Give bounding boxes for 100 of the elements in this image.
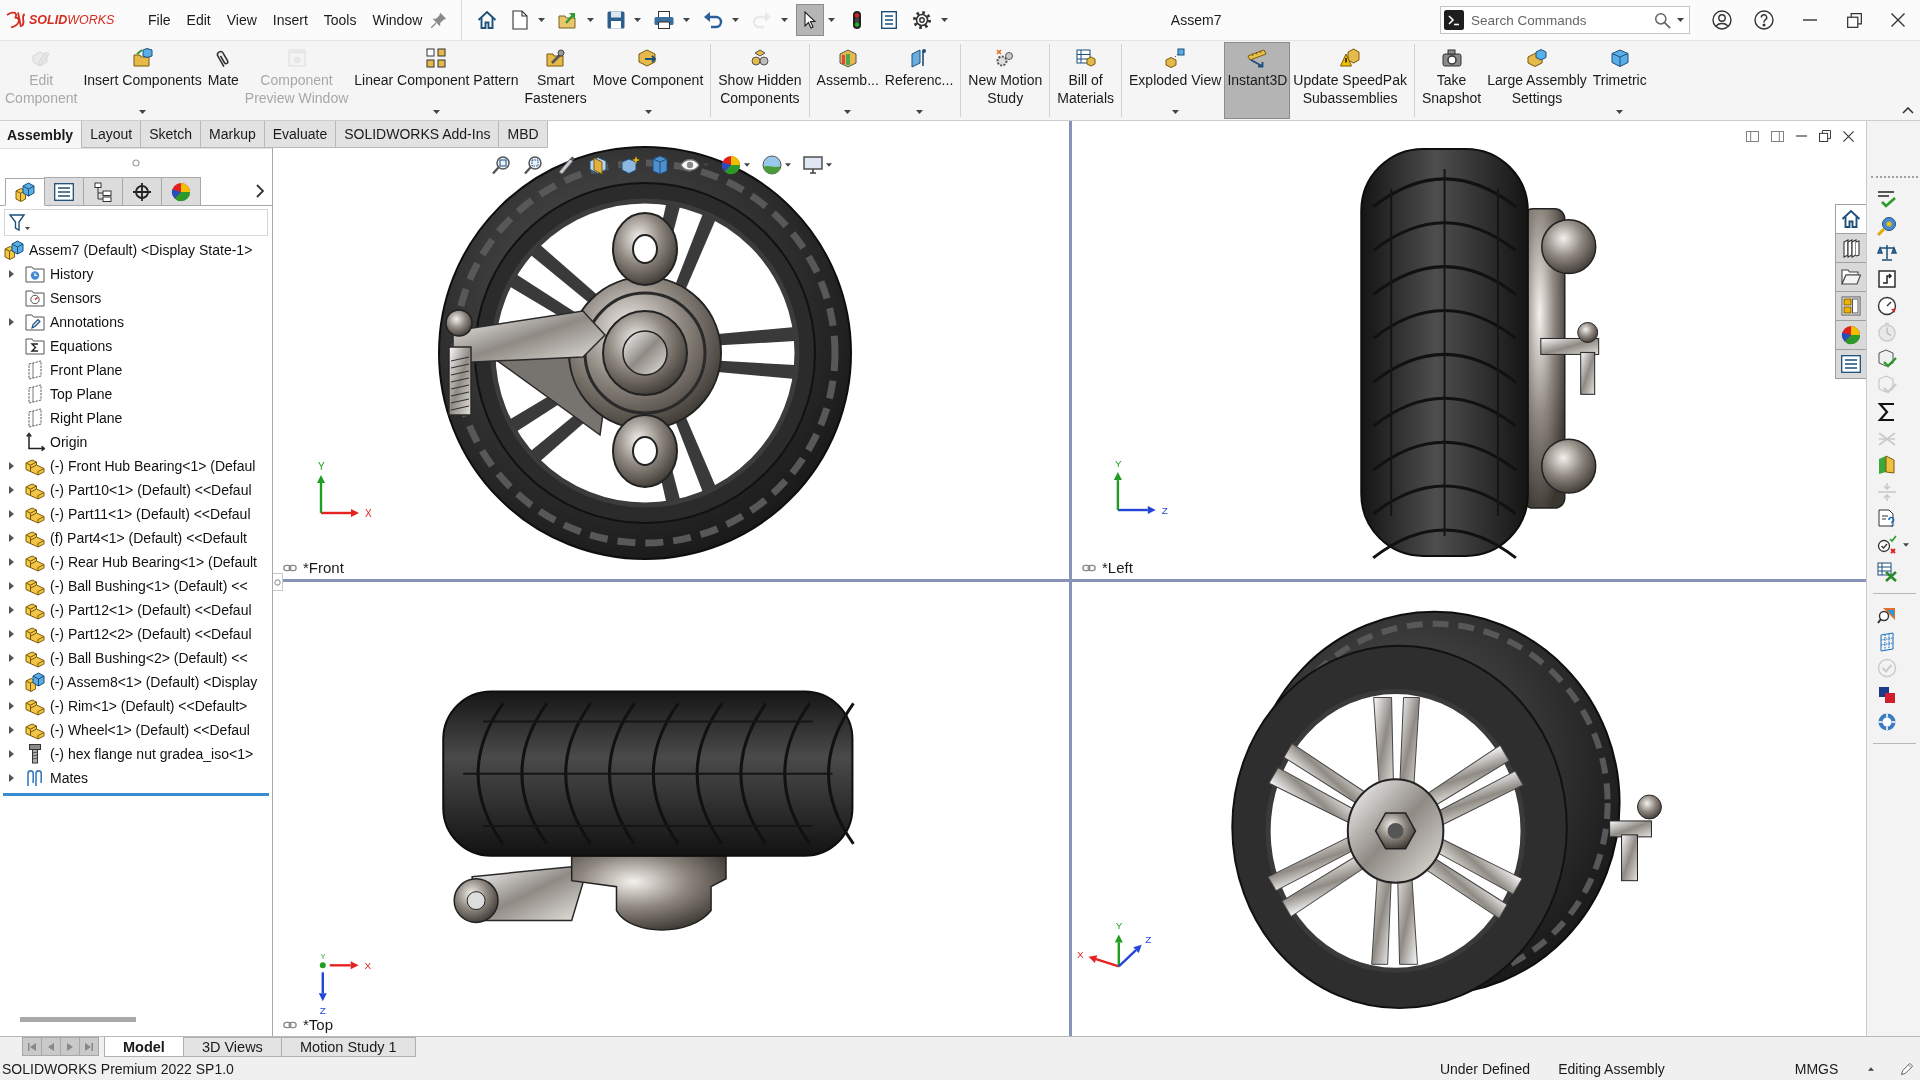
help-button[interactable]: [1754, 10, 1774, 30]
ribbon-button[interactable]: Instant3D: [1224, 42, 1291, 119]
caret-up-icon[interactable]: [1868, 1066, 1875, 1071]
tree-item[interactable]: Equations: [0, 334, 272, 358]
ribbon-button[interactable]: Move Component: [589, 42, 707, 119]
caret-icon[interactable]: [587, 18, 595, 22]
ribbon-button[interactable]: Insert Components: [80, 42, 205, 119]
tree-item[interactable]: (-) Ball Bushing<1> (Default) <<: [0, 574, 272, 598]
tree-item[interactable]: (-) Rear Hub Bearing<1> (Default: [0, 550, 272, 574]
expand-arrow-icon[interactable]: [9, 318, 14, 326]
expand-arrow-icon[interactable]: [9, 630, 14, 638]
splitter-handle[interactable]: [273, 573, 283, 591]
task-pane-tab[interactable]: [1835, 291, 1866, 321]
ribbon-button[interactable]: Mate: [204, 42, 242, 119]
document-tab[interactable]: Model: [104, 1037, 184, 1057]
filter-field[interactable]: [4, 209, 268, 236]
tree-item[interactable]: Mates: [0, 766, 272, 790]
ribbon-button[interactable]: Update SpeedPak Subassemblies: [1290, 42, 1410, 119]
caret-icon[interactable]: [941, 18, 949, 22]
ribbon-button[interactable]: Exploded View: [1126, 42, 1225, 119]
tree-item[interactable]: Sensors: [0, 286, 272, 310]
grip-icon[interactable]: [132, 159, 140, 167]
expand-arrow-icon[interactable]: [9, 726, 14, 734]
panel-tab[interactable]: [122, 177, 162, 205]
view-tool-button[interactable]: [720, 154, 751, 176]
expand-arrow-icon[interactable]: [9, 678, 14, 686]
search-field[interactable]: Search Commands: [1440, 6, 1690, 34]
tree-item[interactable]: (-) hex flange nut gradea_iso<1>: [0, 742, 272, 766]
view-tool-button[interactable]: [523, 154, 545, 176]
ribbon-button[interactable]: Bill of Materials: [1054, 42, 1117, 119]
restore-icon[interactable]: [1819, 130, 1831, 142]
ribbon-button[interactable]: Take Snapshot: [1418, 42, 1485, 119]
caret-icon[interactable]: [732, 18, 740, 22]
view-tool-button[interactable]: [587, 154, 609, 176]
document-tab[interactable]: 3D Views: [182, 1037, 282, 1057]
view-tool-button[interactable]: [619, 154, 641, 176]
menu-item[interactable]: Tools: [315, 7, 365, 33]
expand-arrow-icon[interactable]: [9, 750, 14, 758]
tree-item[interactable]: History: [0, 262, 272, 286]
caret-icon[interactable]: [634, 18, 642, 22]
account-button[interactable]: [1712, 10, 1732, 30]
menu-item[interactable]: Insert: [264, 7, 316, 33]
split-view-icon[interactable]: [1746, 130, 1759, 142]
command-tab[interactable]: SOLIDWORKS Add-Ins: [335, 121, 500, 148]
expand-arrow-icon[interactable]: [9, 558, 14, 566]
view-tool-button[interactable]: [679, 157, 710, 173]
tree-item[interactable]: (-) Part12<1> (Default) <<Defaul: [0, 598, 272, 622]
command-tab[interactable]: Assembly: [0, 121, 83, 148]
tree-item[interactable]: Annotations: [0, 310, 272, 334]
command-tab[interactable]: Evaluate: [263, 121, 337, 148]
tree-item[interactable]: (-) Part12<2> (Default) <<Defaul: [0, 622, 272, 646]
panel-tab[interactable]: [5, 178, 45, 206]
pin-icon[interactable]: [430, 11, 448, 29]
units-status[interactable]: MMGS: [1794, 1060, 1839, 1077]
tree-item[interactable]: (-) Part10<1> (Default) <<Defaul: [0, 478, 272, 502]
tree-item[interactable]: Front Plane: [0, 358, 272, 382]
expand-arrow-icon[interactable]: [9, 486, 14, 494]
expand-arrow-icon[interactable]: [9, 510, 14, 518]
menu-item[interactable]: File: [140, 7, 179, 33]
tree-item[interactable]: (-) Front Hub Bearing<1> (Defaul: [0, 454, 272, 478]
panel-tab[interactable]: [44, 177, 84, 205]
tree-item[interactable]: Origin: [0, 430, 272, 454]
more-tabs-button[interactable]: [256, 184, 264, 198]
command-tab[interactable]: MBD: [498, 121, 548, 148]
ribbon-button[interactable]: Show Hidden Components: [715, 42, 805, 119]
view-tool-button[interactable]: [802, 155, 833, 175]
tree-item[interactable]: Assem7 (Default) <Display State-1>: [0, 238, 272, 262]
tree-item[interactable]: (f) Part4<1> (Default) <<Default: [0, 526, 272, 550]
command-tab[interactable]: Markup: [200, 121, 265, 148]
ribbon-button[interactable]: Large Assembly Settings: [1484, 42, 1590, 119]
menu-item[interactable]: Edit: [178, 7, 219, 33]
ribbon-button[interactable]: Smart Fasteners: [521, 42, 590, 119]
expand-arrow-icon[interactable]: [9, 270, 14, 278]
expand-arrow-icon[interactable]: [9, 606, 14, 614]
task-pane-tab[interactable]: [1835, 262, 1866, 292]
tree-item[interactable]: (-) Ball Bushing<2> (Default) <<: [0, 646, 272, 670]
panel-tab[interactable]: [161, 177, 201, 205]
ribbon-button[interactable]: Linear Component Pattern: [351, 42, 522, 119]
tree-item[interactable]: (-) Rim<1> (Default) <<Default>: [0, 694, 272, 718]
split-view-icon[interactable]: [1771, 130, 1784, 142]
expand-arrow-icon[interactable]: [9, 582, 14, 590]
toolbar-button[interactable]: [796, 4, 825, 36]
command-tab[interactable]: Sketch: [140, 121, 201, 148]
command-tab[interactable]: Layout: [81, 121, 142, 148]
tree-item[interactable]: (-) Assem8<1> (Default) <Display: [0, 670, 272, 694]
document-tab[interactable]: Motion Study 1: [280, 1037, 416, 1057]
panel-tab[interactable]: [83, 177, 123, 205]
task-pane-tab[interactable]: [1835, 233, 1866, 263]
menu-item[interactable]: Window: [364, 7, 431, 33]
tree-item[interactable]: (-) Part11<1> (Default) <<Defaul: [0, 502, 272, 526]
caret-icon[interactable]: [538, 18, 546, 22]
tree-item[interactable]: (-) Wheel<1> (Default) <<Defaul: [0, 718, 272, 742]
ribbon-button[interactable]: Trimetric: [1589, 42, 1650, 119]
task-pane-tab[interactable]: [1835, 349, 1866, 379]
caret-icon[interactable]: [683, 18, 691, 22]
expand-arrow-icon[interactable]: [9, 534, 14, 542]
tree-item[interactable]: Right Plane: [0, 406, 272, 430]
expand-arrow-icon[interactable]: [9, 774, 14, 782]
pencil-icon[interactable]: [1900, 1061, 1915, 1076]
collapse-ribbon-button[interactable]: [1902, 107, 1914, 114]
